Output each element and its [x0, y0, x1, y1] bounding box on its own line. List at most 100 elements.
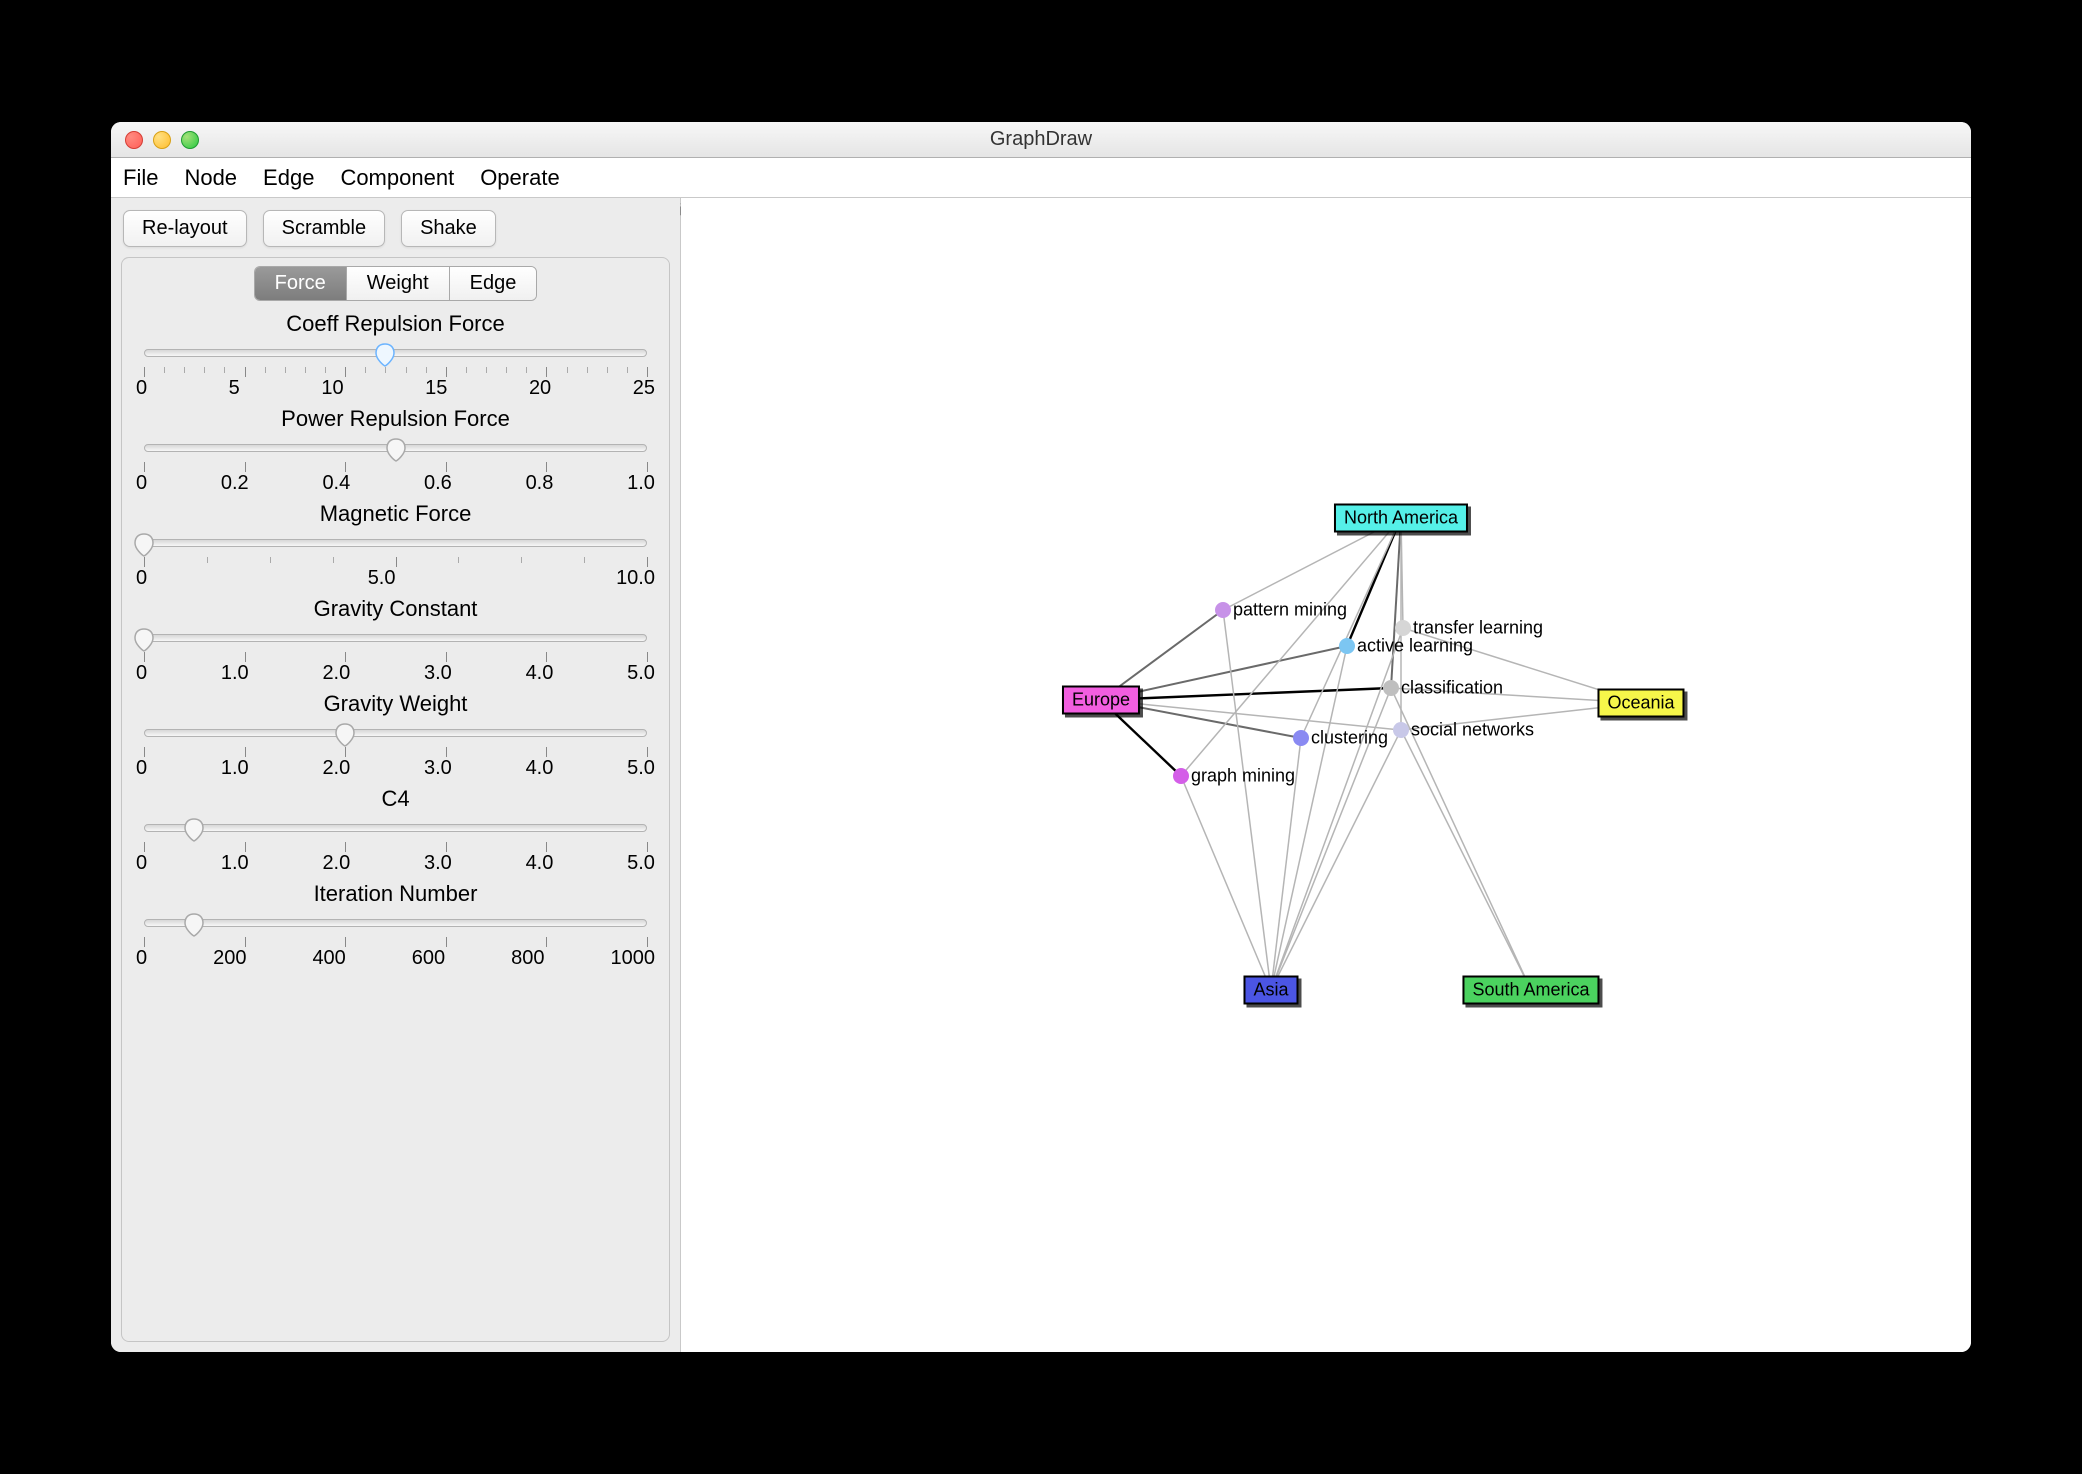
slider-tick-label: 0 — [136, 852, 147, 875]
topic-label: graph mining — [1191, 766, 1295, 787]
slider-track[interactable] — [136, 719, 655, 747]
slider-tick-label: 400 — [312, 947, 345, 970]
slider-tick-label: 4.0 — [526, 662, 554, 685]
menu-operate[interactable]: Operate — [480, 165, 560, 191]
menu-component[interactable]: Component — [340, 165, 454, 191]
topic-label: social networks — [1411, 720, 1534, 741]
slider-tick-label: 1.0 — [221, 757, 249, 780]
close-icon[interactable] — [125, 131, 143, 149]
slider-thumb[interactable] — [374, 343, 396, 367]
slider-label: C4 — [136, 786, 655, 812]
slider-label: Gravity Constant — [136, 596, 655, 622]
topic-label: transfer learning — [1413, 618, 1543, 639]
slider-tick-label: 0.6 — [424, 472, 452, 495]
slider-tick-label: 5 — [229, 377, 240, 400]
slider-powerRepulsion: Power Repulsion Force 0 0.2 0.4 0.6 0.8 1.0 — [136, 406, 655, 495]
region-node-northamerica[interactable]: North America — [1334, 504, 1468, 533]
tab-weight[interactable]: Weight — [347, 267, 450, 300]
slider-tick-label: 1.0 — [221, 662, 249, 685]
slider-track[interactable] — [136, 624, 655, 652]
slider-tick-label: 0.4 — [322, 472, 350, 495]
slider-label: Magnetic Force — [136, 501, 655, 527]
slider-tick-label: 4.0 — [526, 852, 554, 875]
graph-canvas[interactable]: North America Europe Oceania Asia South Amer… — [681, 198, 1971, 1352]
slider-tick-label: 5.0 — [368, 567, 396, 590]
slider-thumb[interactable] — [385, 438, 407, 462]
zoom-icon[interactable] — [181, 131, 199, 149]
slider-tick-label: 800 — [511, 947, 544, 970]
topic-node-activelearning[interactable] — [1339, 638, 1355, 654]
minimize-icon[interactable] — [153, 131, 171, 149]
menubar: File Node Edge Component Operate — [111, 158, 1971, 198]
slider-track[interactable] — [136, 339, 655, 367]
slider-tick-label: 0 — [136, 947, 147, 970]
traffic-lights — [111, 131, 199, 149]
slider-iteration: Iteration Number02004006008001000 — [136, 881, 655, 970]
region-node-asia[interactable]: Asia — [1243, 976, 1298, 1005]
slider-thumb[interactable] — [133, 533, 155, 557]
slider-tick-label: 1.0 — [627, 472, 655, 495]
slider-tick-label: 2.0 — [322, 662, 350, 685]
tab-edge[interactable]: Edge — [450, 267, 537, 300]
slider-tick-label: 3.0 — [424, 662, 452, 685]
slider-label: Gravity Weight — [136, 691, 655, 717]
slider-tick-label: 0.2 — [221, 472, 249, 495]
slider-c4: C4 0 1.0 2.0 3.0 4.0 5.0 — [136, 786, 655, 875]
tab-force[interactable]: Force — [255, 267, 347, 300]
slider-thumb[interactable] — [133, 628, 155, 652]
topic-node-classification[interactable] — [1383, 680, 1399, 696]
menu-edge[interactable]: Edge — [263, 165, 314, 191]
slider-thumb[interactable] — [334, 723, 356, 747]
slider-track[interactable] — [136, 814, 655, 842]
menu-file[interactable]: File — [123, 165, 158, 191]
slider-tick-label: 5.0 — [627, 757, 655, 780]
slider-track[interactable] — [136, 434, 655, 462]
topic-label: pattern mining — [1233, 600, 1347, 621]
slider-tick-label: 5.0 — [627, 852, 655, 875]
app-window: GraphDraw File Node Edge Component Opera… — [111, 122, 1971, 1352]
slider-label: Power Repulsion Force — [136, 406, 655, 432]
tabs: Force Weight Edge — [254, 266, 538, 301]
slider-track[interactable] — [136, 909, 655, 937]
slider-tick-label: 2.0 — [322, 852, 350, 875]
topic-node-clustering[interactable] — [1293, 730, 1309, 746]
topic-label: active learning — [1357, 636, 1473, 657]
slider-tick-label: 3.0 — [424, 852, 452, 875]
slider-tick-label: 10.0 — [616, 567, 655, 590]
graph-edge — [1101, 700, 1401, 730]
topic-node-socialnetworks[interactable] — [1393, 722, 1409, 738]
slider-tick-label: 0 — [136, 377, 147, 400]
sidebar: ◀▶ Re-layout Scramble Shake Force Weight… — [111, 198, 681, 1352]
slider-tick-label: 200 — [213, 947, 246, 970]
slider-tick-label: 3.0 — [424, 757, 452, 780]
scramble-button[interactable]: Scramble — [263, 210, 385, 247]
slider-tick-label: 0 — [136, 662, 147, 685]
slider-thumb[interactable] — [183, 913, 205, 937]
topic-node-patternmining[interactable] — [1215, 602, 1231, 618]
slider-gravityConst: Gravity Constant01.02.03.04.05.0 — [136, 596, 655, 685]
topic-node-graphmining[interactable] — [1173, 768, 1189, 784]
slider-tick-label: 600 — [412, 947, 445, 970]
graph-edge — [1271, 628, 1403, 990]
slider-coeffRepulsion: Coeff Repulsion Force0510152025 — [136, 311, 655, 400]
controls-panel: Force Weight Edge Coeff Repulsion Force0… — [121, 257, 670, 1342]
region-node-southamerica[interactable]: South America — [1462, 976, 1599, 1005]
shake-button[interactable]: Shake — [401, 210, 496, 247]
slider-tick-label: 2.0 — [322, 757, 350, 780]
relayout-button[interactable]: Re-layout — [123, 210, 247, 247]
region-node-oceania[interactable]: Oceania — [1597, 689, 1684, 718]
slider-tick-label: 20 — [529, 377, 551, 400]
slider-tick-label: 10 — [321, 377, 343, 400]
slider-tick-label: 0.8 — [526, 472, 554, 495]
region-node-europe[interactable]: Europe — [1062, 686, 1140, 715]
window-title: GraphDraw — [111, 128, 1971, 151]
topic-node-transferlearning[interactable] — [1395, 620, 1411, 636]
slider-tick-label: 0 — [136, 472, 147, 495]
graph-edge — [1401, 730, 1531, 990]
slider-tick-label: 4.0 — [526, 757, 554, 780]
slider-thumb[interactable] — [183, 818, 205, 842]
slider-tick-label: 1.0 — [221, 852, 249, 875]
slider-track[interactable] — [136, 529, 655, 557]
slider-magnetic: Magnetic Force05.010.0 — [136, 501, 655, 590]
menu-node[interactable]: Node — [184, 165, 237, 191]
